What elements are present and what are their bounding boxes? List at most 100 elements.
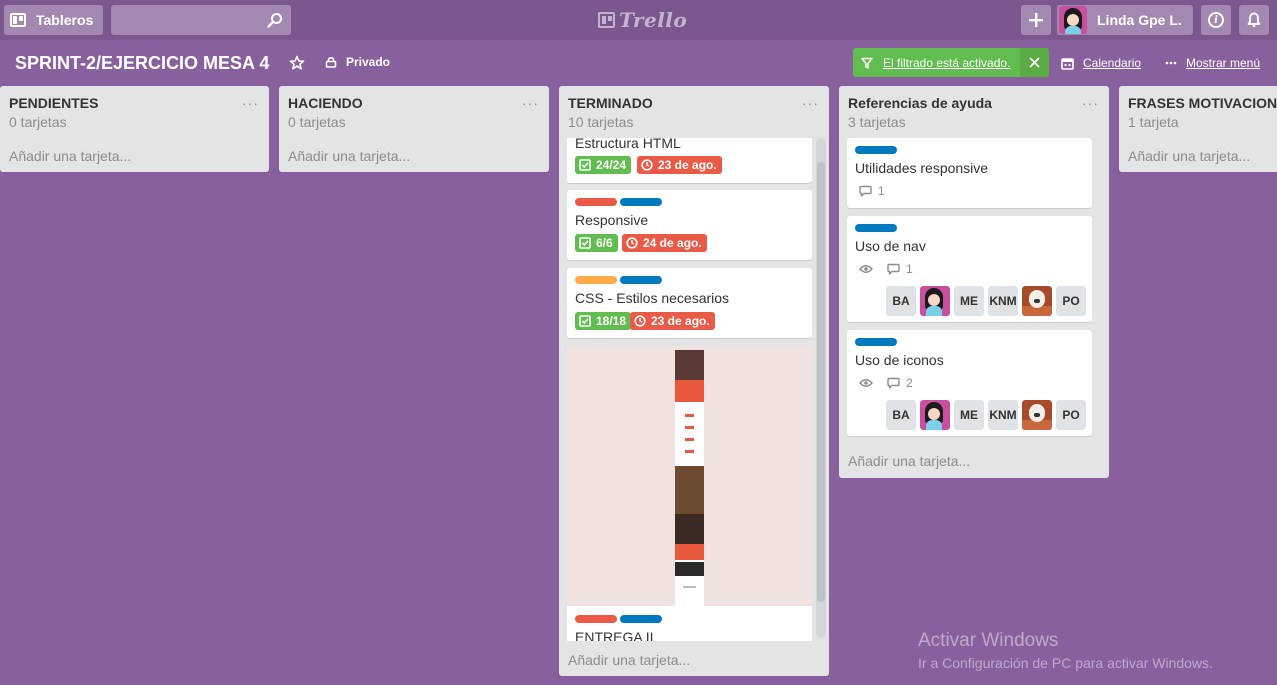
member-avatar[interactable]: KNM [988,400,1018,430]
boards-icon [10,13,26,27]
list-title[interactable]: PENDIENTES [9,95,98,111]
ellipsis-icon [1165,61,1177,65]
list-menu-button[interactable]: ··· [242,95,259,111]
card-css-estilos[interactable]: CSS - Estilos necesarios 18/18 23 de ago… [567,268,812,338]
bell-icon [1247,12,1261,27]
comment-count: 2 [906,376,913,390]
clock-icon [641,159,653,171]
top-header: Tableros Trello Linda Gpe L. i [0,0,1277,40]
card-label-blue [620,276,662,284]
list-scrollbar[interactable] [816,138,826,638]
due-date-badge: 23 de ago. [637,156,722,174]
due-date: 23 de ago. [658,158,717,172]
member-avatar[interactable] [920,286,950,316]
comment-count: 1 [906,262,913,276]
list-menu-button[interactable]: ··· [522,95,539,111]
add-card-button[interactable]: Añadir una tarjeta... [1128,148,1250,164]
due-date: 24 de ago. [643,236,702,250]
card-label-blue [855,338,897,346]
comment-icon [859,185,872,197]
card-responsive[interactable]: Responsive 6/6 24 de ago. [567,190,812,260]
card-label-orange [575,276,617,284]
card-uso-de-nav[interactable]: Uso de nav 1 BA ME KNM PO [847,216,1092,322]
list-title[interactable]: HACIENDO [288,95,363,111]
boards-button[interactable]: Tableros [4,5,103,35]
search-icon[interactable] [267,12,283,28]
board-title[interactable]: SPRINT-2/EJERCICIO MESA 4 [15,53,269,74]
card-meta: 1 [859,262,913,276]
member-avatar[interactable] [920,400,950,430]
add-card-button[interactable]: Añadir una tarjeta... [568,652,690,668]
show-menu-label: Mostrar menú [1186,56,1261,70]
calendar-icon [1061,57,1074,70]
card-title: Responsive [575,212,649,228]
filter-label[interactable]: El filtrado está activado. [883,56,1010,70]
checklist-badge: 18/18 [575,312,632,330]
card-title: Uso de iconos [855,352,944,368]
list-menu-button[interactable]: ··· [802,95,819,111]
member-avatar[interactable]: PO [1056,400,1086,430]
info-icon: i [1208,12,1224,28]
card-label-blue [855,224,897,232]
card-estructura-html[interactable]: Estructura HTML 24/24 23 de ago. [567,138,812,183]
user-menu-button[interactable]: Linda Gpe L. [1057,5,1193,35]
list-card-count: 10 tarjetas [568,114,634,130]
list-menu-button[interactable]: ··· [1082,95,1099,111]
member-avatar[interactable]: ME [954,286,984,316]
search-input[interactable] [111,5,261,35]
card-cover-image [567,346,812,606]
filter-icon [861,57,873,69]
clear-filter-button[interactable] [1020,48,1049,77]
list-frases-motivacionales: FRASES MOTIVACIONALES 1 tarjeta Añadir u… [1119,86,1277,172]
checklist-icon [579,315,591,327]
add-button[interactable] [1021,5,1051,35]
notifications-button[interactable] [1239,5,1269,35]
card-utilidades-responsive[interactable]: Utilidades responsive 1 [847,138,1092,208]
member-avatar[interactable] [1022,400,1052,430]
cover-screenshot-thumbnail [675,350,704,606]
member-avatar[interactable]: ME [954,400,984,430]
list-title[interactable]: Referencias de ayuda [848,95,992,111]
list-title[interactable]: FRASES MOTIVACIONALES [1128,95,1277,111]
add-card-button[interactable]: Añadir una tarjeta... [288,148,410,164]
card-title: CSS - Estilos necesarios [575,290,730,306]
card-label-red [575,615,617,623]
trello-logo[interactable]: Trello [598,8,687,32]
card-label-blue [620,198,662,206]
clock-icon [634,315,646,327]
checklist-count: 6/6 [596,236,613,250]
list-card-count: 0 tarjetas [288,114,346,130]
search-box[interactable] [111,5,291,35]
calendar-button[interactable]: Calendario [1061,56,1141,70]
card-title: ENTREGA II [575,629,654,641]
visibility-button[interactable]: Privado [325,55,390,69]
show-menu-button[interactable]: Mostrar menú [1165,56,1260,70]
visibility-label: Privado [346,55,391,69]
eye-icon [859,265,873,273]
member-avatar[interactable]: BA [886,400,916,430]
info-button[interactable]: i [1201,5,1231,35]
calendar-label: Calendario [1083,56,1142,70]
checklist-badge: 24/24 [575,156,632,174]
checklist-count: 18/18 [596,314,627,328]
card-scroll-area[interactable]: Estructura HTML 24/24 23 de ago. Respons… [559,138,829,641]
due-date: 23 de ago. [651,314,710,328]
due-date-badge: 24 de ago. [622,234,707,252]
add-card-button[interactable]: Añadir una tarjeta... [9,148,131,164]
add-card-button[interactable]: Añadir una tarjeta... [848,453,970,469]
list-scrollbar-thumb[interactable] [817,162,825,602]
list-pendientes: PENDIENTES 0 tarjetas ··· Añadir una tar… [0,86,269,172]
member-avatar[interactable]: BA [886,286,916,316]
user-avatar [1059,6,1087,34]
member-avatar[interactable] [1022,286,1052,316]
member-avatar[interactable]: KNM [988,286,1018,316]
card-uso-de-iconos[interactable]: Uso de iconos 2 BA ME KNM PO [847,330,1092,436]
trello-logo-icon [598,12,615,28]
list-card-count: 3 tarjetas [848,114,906,130]
card-entrega-ii[interactable]: ENTREGA II [567,346,812,641]
list-title[interactable]: TERMINADO [568,95,653,111]
card-title: Estructura HTML [575,138,681,151]
card-title: Utilidades responsive [855,160,989,176]
star-icon[interactable] [289,55,305,71]
member-avatar[interactable]: PO [1056,286,1086,316]
